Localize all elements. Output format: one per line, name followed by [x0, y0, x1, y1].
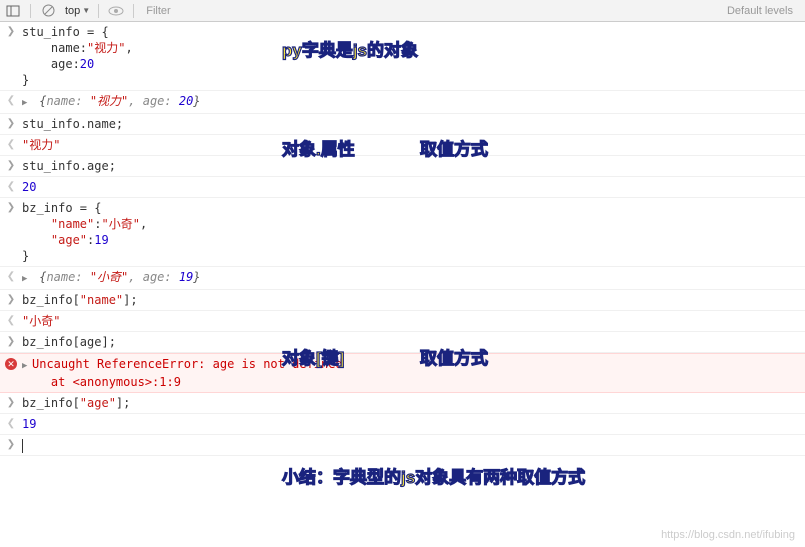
token: Uncaught ReferenceError: age is not defi… — [32, 357, 343, 371]
token: age: — [22, 57, 80, 71]
token: "视力" — [87, 41, 125, 55]
input-marker — [0, 116, 22, 132]
input-marker — [0, 292, 22, 308]
token: 19 — [94, 233, 108, 247]
token: ]; — [123, 293, 137, 307]
console-content[interactable]: 19 — [22, 416, 805, 432]
console-content[interactable]: bz_info[age]; — [22, 334, 805, 350]
token: name: — [22, 41, 87, 55]
console-row: stu_info = { name:"视力", age:20 } — [0, 22, 805, 91]
input-marker — [0, 200, 22, 216]
error-icon: ✕ — [0, 356, 22, 370]
console-content[interactable]: stu_info.age; — [22, 158, 805, 174]
console-row: "视力" — [0, 135, 805, 156]
token: "name" — [80, 293, 123, 307]
token: "视力" — [22, 138, 60, 152]
output-marker — [0, 93, 22, 109]
output-marker — [0, 269, 22, 285]
token: } — [22, 249, 29, 263]
output-marker — [0, 416, 22, 432]
token: , — [125, 41, 132, 55]
token: "小奇" — [22, 314, 60, 328]
annotation-text: 小结：字典型的js对象具有两种取值方式 — [282, 463, 585, 488]
output-marker — [0, 137, 22, 153]
input-marker — [0, 334, 22, 350]
separator — [98, 4, 99, 18]
sidebar-toggle-icon[interactable] — [4, 2, 22, 20]
prompt-marker — [0, 437, 22, 453]
token: 20 — [80, 57, 94, 71]
object-preview: {name: "视力", age: 20} — [32, 94, 201, 108]
console-row: bz_info["age"]; — [0, 393, 805, 414]
cursor — [22, 439, 23, 453]
console-row: 19 — [0, 414, 805, 435]
console-content[interactable] — [22, 437, 805, 453]
console-row: bz_info[age]; — [0, 332, 805, 353]
console-content[interactable]: stu_info = { name:"视力", age:20 } — [22, 24, 805, 88]
console-row: ▶ {name: "小奇", age: 19} — [0, 267, 805, 290]
console-content[interactable]: stu_info.name; — [22, 116, 805, 132]
console-output[interactable]: stu_info = { name:"视力", age:20 }▶ {name:… — [0, 22, 805, 456]
chevron-down-icon: ▼ — [82, 6, 90, 15]
console-content[interactable]: ▶ {name: "小奇", age: 19} — [22, 269, 805, 287]
console-row: stu_info.name; — [0, 114, 805, 135]
input-marker — [0, 24, 22, 40]
token: "age" — [51, 233, 87, 247]
output-marker — [0, 313, 22, 329]
token: , — [140, 217, 147, 231]
separator — [30, 4, 31, 18]
console-row: ✕▶Uncaught ReferenceError: age is not de… — [0, 353, 805, 393]
separator — [133, 4, 134, 18]
token: } — [22, 73, 29, 87]
token: 20 — [22, 180, 36, 194]
token: "小奇" — [102, 217, 140, 231]
token: bz_info[age]; — [22, 335, 116, 349]
input-marker — [0, 158, 22, 174]
eye-icon[interactable] — [107, 2, 125, 20]
token: "name" — [51, 217, 94, 231]
console-row — [0, 435, 805, 456]
console-row: 20 — [0, 177, 805, 198]
console-content[interactable]: ▶Uncaught ReferenceError: age is not def… — [22, 356, 805, 390]
output-marker — [0, 179, 22, 195]
token: : — [94, 217, 101, 231]
console-content[interactable]: "小奇" — [22, 313, 805, 329]
console-content[interactable]: bz_info = { "name":"小奇", "age":19 } — [22, 200, 805, 264]
console-content[interactable]: 20 — [22, 179, 805, 195]
token: "age" — [80, 396, 116, 410]
token — [22, 233, 51, 247]
token: 19 — [22, 417, 36, 431]
token: stu_info = { — [22, 25, 109, 39]
console-content[interactable]: bz_info["name"]; — [22, 292, 805, 308]
console-row: stu_info.age; — [0, 156, 805, 177]
console-row: "小奇" — [0, 311, 805, 332]
clear-console-icon[interactable] — [39, 2, 57, 20]
console-row: bz_info = { "name":"小奇", "age":19 } — [0, 198, 805, 267]
context-selector[interactable]: top ▼ — [65, 5, 90, 17]
token: bz_info = { — [22, 201, 101, 215]
console-content[interactable]: ▶ {name: "视力", age: 20} — [22, 93, 805, 111]
input-marker — [0, 395, 22, 411]
expand-icon[interactable]: ▶ — [22, 358, 32, 374]
log-levels-selector[interactable]: Default levels — [727, 5, 801, 17]
watermark: https://blog.csdn.net/ifubing — [661, 529, 795, 541]
expand-icon[interactable]: ▶ — [22, 271, 32, 287]
token: bz_info[ — [22, 396, 80, 410]
token: stu_info.name; — [22, 117, 123, 131]
expand-icon[interactable]: ▶ — [22, 95, 32, 111]
console-toolbar: top ▼ Filter Default levels — [0, 0, 805, 22]
token: at <anonymous>:1:9 — [22, 375, 181, 389]
console-content[interactable]: bz_info["age"]; — [22, 395, 805, 411]
console-row: bz_info["name"]; — [0, 290, 805, 311]
object-preview: {name: "小奇", age: 19} — [32, 270, 201, 284]
token: stu_info.age; — [22, 159, 116, 173]
token: ]; — [116, 396, 130, 410]
token — [22, 217, 51, 231]
console-row: ▶ {name: "视力", age: 20} — [0, 91, 805, 114]
filter-input[interactable]: Filter — [142, 5, 719, 17]
context-label: top — [65, 5, 80, 17]
console-content[interactable]: "视力" — [22, 137, 805, 153]
token: bz_info[ — [22, 293, 80, 307]
